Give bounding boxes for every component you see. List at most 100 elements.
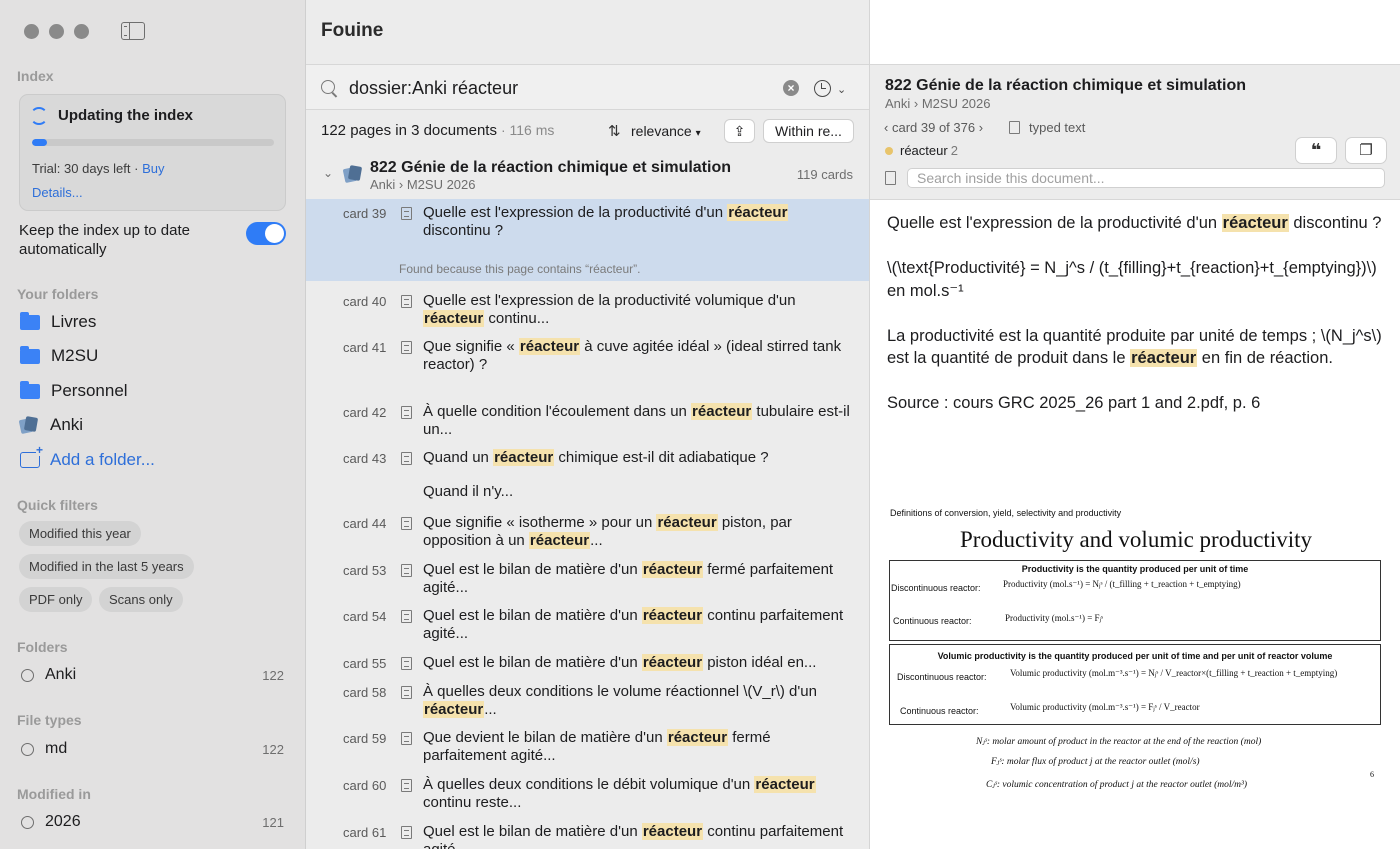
sidebar-toggle-icon[interactable]	[121, 22, 145, 40]
index-section-label: Index	[17, 68, 54, 84]
card-number: card 60	[343, 778, 387, 793]
folder-filter-name[interactable]: Anki	[45, 666, 76, 684]
details-link[interactable]: Details...	[32, 185, 83, 200]
definition: Nⱼˢ: molar amount of product in the reac…	[976, 737, 1262, 747]
page-icon	[401, 779, 412, 792]
result-row[interactable]: card 55 Quel est le bilan de matière d'un…	[306, 649, 869, 675]
sidebar-folder-m2su[interactable]: M2SU	[20, 344, 98, 368]
sidebar-folder-personnel[interactable]: Personnel	[20, 379, 128, 403]
modified-radio[interactable]	[21, 816, 34, 829]
box-label: Continuous reactor:	[900, 706, 979, 716]
share-button[interactable]: ⇪	[724, 119, 755, 143]
folder-label: Anki	[50, 415, 84, 434]
folder-filter-radio[interactable]	[21, 669, 34, 682]
card-number: card 58	[343, 685, 387, 700]
buy-link[interactable]: Buy	[142, 161, 164, 176]
snippet-highlight: réacteur	[641, 654, 704, 671]
chevron-down-icon[interactable]: ⌄	[837, 83, 846, 96]
file-types-label: File types	[17, 712, 82, 728]
chevron-left-icon[interactable]: ‹	[884, 120, 888, 135]
term-dot-icon	[885, 147, 893, 155]
close-window-button[interactable]	[24, 24, 39, 39]
sidebar-folder-livres[interactable]: Livres	[20, 310, 96, 334]
snippet-highlight: réacteur	[666, 729, 729, 746]
result-snippet: À quelle condition l'écoulement dans un …	[423, 403, 853, 439]
volumic-productivity-box: Volumic productivity is the quantity pro…	[889, 644, 1381, 725]
page-icon	[401, 517, 412, 530]
chevron-right-icon[interactable]: ›	[979, 120, 983, 135]
result-row[interactable]: card 43 Quand un réacteur chimique est-il…	[306, 444, 869, 506]
file-type-radio[interactable]	[21, 743, 34, 756]
document-group-header[interactable]: ⌄ 822 Génie de la réaction chimique et s…	[306, 155, 869, 198]
app-title: Fouine	[321, 20, 384, 41]
result-snippet: Que signifie « réacteur à cuve agitée id…	[423, 338, 853, 374]
result-row[interactable]: card 58 À quelles deux conditions le volu…	[306, 678, 869, 722]
definition: Fⱼˢ: molar flux of product j at the reac…	[991, 757, 1200, 767]
filter-chip-pdf-only[interactable]: PDF only	[19, 587, 93, 612]
sort-dropdown[interactable]: relevance ▾	[631, 123, 701, 139]
keep-index-toggle[interactable]	[246, 222, 286, 245]
disclosure-chevron-icon[interactable]: ⌄	[323, 166, 333, 180]
formula: Volumic productivity (mol.m⁻³.s⁻¹) = Nⱼˢ…	[1010, 668, 1338, 678]
result-row[interactable]: card 41 Que signifie « réacteur à cuve ag…	[306, 333, 869, 395]
snippet-text: Quel est le bilan de matière d'un	[423, 607, 642, 624]
filter-chip-last-5-years[interactable]: Modified in the last 5 years	[19, 554, 194, 579]
matched-term-text: réacteur	[900, 143, 948, 158]
result-snippet: Quand un réacteur chimique est-il dit ad…	[423, 449, 853, 467]
index-progress-bar	[32, 139, 274, 146]
filter-chip-this-year[interactable]: Modified this year	[19, 521, 141, 546]
snippet-highlight: réacteur	[641, 607, 704, 624]
history-icon[interactable]	[814, 80, 831, 97]
add-folder-button[interactable]: Add a folder...	[20, 444, 155, 472]
slide-page-number: 6	[1370, 770, 1374, 779]
minimize-window-button[interactable]	[49, 24, 64, 39]
modified-name[interactable]: 2026	[45, 813, 81, 831]
card-number: card 40	[343, 294, 387, 309]
result-row[interactable]: card 39 Quelle est l'expression de la pro…	[306, 199, 869, 281]
search-inside-document-input[interactable]: Search inside this document...	[907, 168, 1385, 188]
matched-term-count: 2	[950, 143, 958, 158]
anki-icon	[18, 416, 39, 435]
result-row[interactable]: card 40 Quelle est l'expression de la pro…	[306, 287, 869, 331]
result-row[interactable]: card 42 À quelle condition l'écoulement d…	[306, 398, 869, 442]
snippet-text: À quelles deux conditions le volume réac…	[423, 683, 817, 700]
result-row[interactable]: card 61 Quel est le bilan de matière d'un…	[306, 818, 869, 849]
result-row[interactable]: card 44 Que signifie « isotherme » pour u…	[306, 509, 869, 553]
result-snippet: Quel est le bilan de matière d'un réacte…	[423, 607, 853, 643]
snippet-text: À quelle condition l'écoulement dans un	[423, 403, 692, 420]
page-icon	[401, 732, 412, 745]
preview-question: Quelle est l'expression de la productivi…	[887, 212, 1387, 235]
sort-icon[interactable]: ⇅	[608, 122, 621, 140]
text: en fin de réaction.	[1197, 349, 1333, 367]
file-type-name[interactable]: md	[45, 740, 67, 758]
result-row[interactable]: card 53 Quel est le bilan de matière d'un…	[306, 556, 869, 600]
matched-term[interactable]: réacteur 2	[900, 143, 958, 158]
page-icon	[401, 657, 412, 670]
result-row[interactable]: card 54 Quel est le bilan de matière d'un…	[306, 602, 869, 646]
highlight: réacteur	[1221, 214, 1289, 232]
within-results-button[interactable]: Within re...	[763, 119, 854, 143]
snippet-text: Que signifie «	[423, 338, 519, 355]
filter-chip-scans-only[interactable]: Scans only	[99, 587, 183, 612]
quote-icon[interactable]: ❝	[1295, 137, 1337, 164]
preview-path: Anki › M2SU 2026	[885, 96, 991, 111]
index-status-title: Updating the index	[58, 107, 193, 124]
result-row[interactable]: card 59 Que devient le bilan de matière d…	[306, 724, 869, 768]
box-title: Volumic productivity is the quantity pro…	[937, 651, 1333, 661]
preview-formula: \(\text{Productivité} = N_j^s / (t_{fill…	[887, 259, 1377, 300]
snippet-highlight: réacteur	[423, 310, 485, 327]
slide-heading: Productivity and volumic productivity	[960, 527, 1312, 552]
trial-separator: ·	[134, 161, 139, 176]
search-input[interactable]: dossier:Anki réacteur	[349, 78, 518, 99]
page-icon	[401, 564, 412, 577]
sidebar: Index Updating the index Trial: 30 days …	[0, 0, 306, 849]
keep-index-label: Keep the index up to date automatically	[19, 222, 190, 258]
box-label: Continuous reactor:	[893, 616, 972, 626]
result-row[interactable]: card 60 À quelles deux conditions le débi…	[306, 771, 869, 815]
zoom-window-button[interactable]	[74, 24, 89, 39]
open-in-app-icon[interactable]: ❐	[1345, 137, 1387, 164]
clear-search-icon[interactable]: ×	[783, 80, 799, 96]
sidebar-folder-anki[interactable]: Anki	[18, 413, 84, 437]
folder-icon	[20, 311, 40, 330]
snippet-highlight: réacteur	[641, 823, 704, 840]
